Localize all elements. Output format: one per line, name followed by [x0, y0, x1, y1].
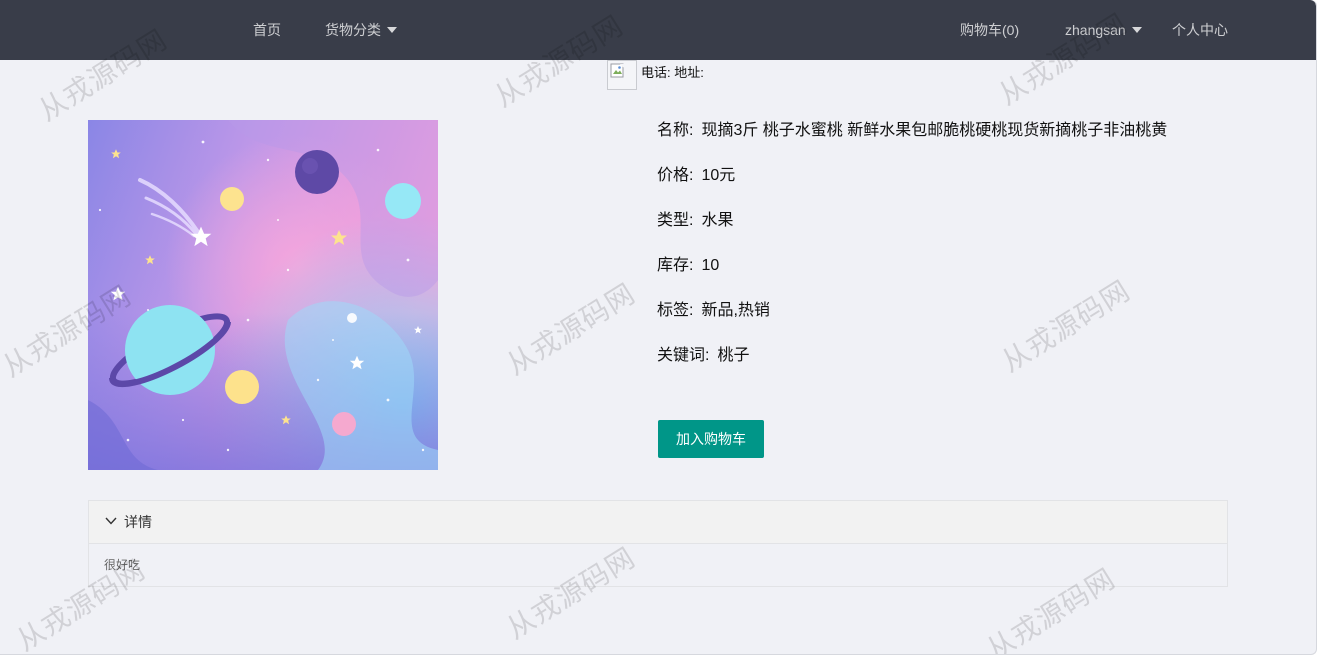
nav-user-dropdown[interactable]: zhangsan [1065, 0, 1142, 60]
field-value: 水果 [701, 212, 734, 229]
planet-cyan-small [385, 183, 421, 219]
broken-image-icon [610, 63, 624, 78]
field-label: 价格: [657, 167, 694, 184]
field-label: 库存: [657, 257, 694, 274]
details-content: 很好吃 [104, 558, 141, 572]
nav-profile-label: 个人中心 [1172, 22, 1228, 38]
add-to-cart-button[interactable]: 加入购物车 [658, 420, 764, 458]
field-value: 现摘3斤 桃子水蜜桃 新鲜水果包邮脆桃硬桃现货新摘桃子非油桃黄 [701, 122, 1168, 139]
planet-yellow-small [220, 187, 244, 211]
planet-yellow [225, 370, 259, 404]
field-stock: 库存: 10 [657, 255, 1167, 300]
nav-cart-label: 购物车(0) [960, 22, 1020, 38]
product-image [88, 120, 438, 470]
nav-user-label: zhangsan [1065, 22, 1126, 38]
top-nav: 首页 货物分类 购物车(0) zhangsan 个人中心 [0, 0, 1316, 60]
nav-category-label: 货物分类 [325, 22, 381, 38]
details-panel: 详情 很好吃 [88, 500, 1228, 587]
nav-home[interactable]: 首页 [253, 0, 281, 60]
details-title: 详情 [124, 514, 152, 530]
field-value: 10元 [701, 167, 736, 184]
nav-home-label: 首页 [253, 22, 281, 38]
field-label: 类型: [657, 212, 694, 229]
field-value: 10 [701, 257, 720, 274]
app-window: 首页 货物分类 购物车(0) zhangsan 个人中心 电话: 地址: 名称:… [0, 0, 1317, 655]
planet-pink [332, 412, 356, 436]
watermark: 从戎源码网 [501, 277, 641, 381]
field-keywords: 关键词: 桃子 [657, 345, 1167, 390]
field-label: 标签: [657, 302, 694, 319]
field-name: 名称: 现摘3斤 桃子水蜜桃 新鲜水果包邮脆桃硬桃现货新摘桃子非油桃黄 [657, 120, 1167, 165]
chevron-down-icon [105, 517, 117, 525]
nav-profile[interactable]: 个人中心 [1172, 0, 1228, 60]
caret-down-icon [1131, 27, 1142, 34]
product-details: 名称: 现摘3斤 桃子水蜜桃 新鲜水果包邮脆桃硬桃现货新摘桃子非油桃黄 价格: 10… [657, 120, 1167, 390]
shop-contact-info: 电话: 地址: [641, 65, 704, 80]
shop-logo [607, 60, 637, 90]
planet-dark-purple [295, 150, 339, 194]
details-panel-header[interactable]: 详情 [89, 501, 1227, 544]
field-tags: 标签: 新品,热销 [657, 300, 1167, 345]
field-value: 桃子 [717, 347, 750, 364]
field-price: 价格: 10元 [657, 165, 1167, 210]
field-label: 关键词: [657, 347, 710, 364]
nav-category-dropdown[interactable]: 货物分类 [325, 0, 397, 60]
caret-down-icon [387, 27, 397, 34]
nav-cart[interactable]: 购物车(0) [960, 0, 1019, 60]
field-value: 新品,热销 [701, 302, 770, 319]
field-label: 名称: [657, 122, 694, 139]
field-type: 类型: 水果 [657, 210, 1167, 255]
